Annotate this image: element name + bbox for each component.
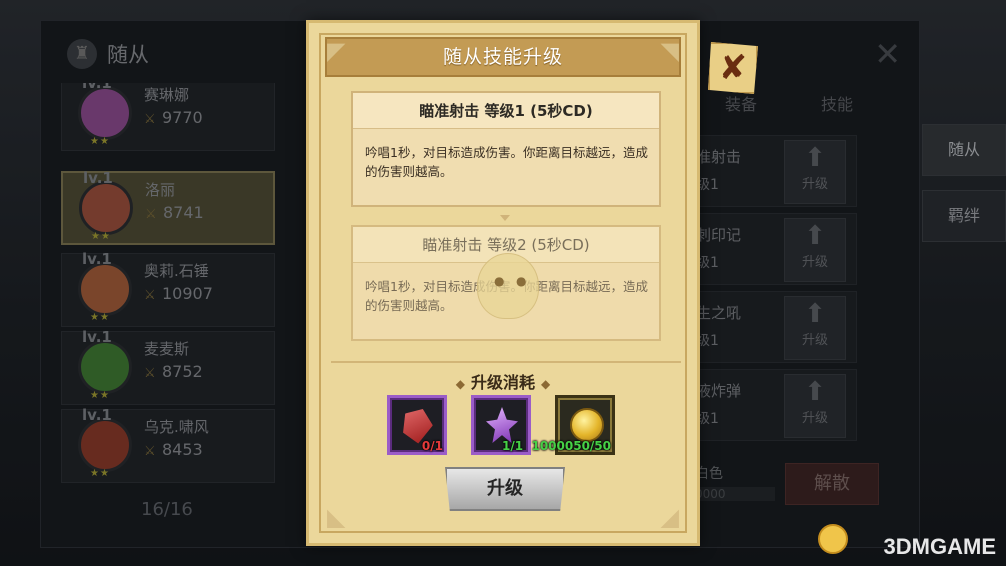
corner-ornament-icon: ◤ bbox=[327, 37, 346, 65]
upgrade-button[interactable]: 升级 bbox=[445, 467, 565, 511]
cost-count: 1000050/50 bbox=[531, 439, 611, 453]
dialog-title: 随从技能升级 bbox=[442, 46, 563, 68]
cost-item-red-gem[interactable]: 0/1 bbox=[387, 395, 447, 455]
divider bbox=[331, 361, 681, 363]
arrow-down-icon bbox=[500, 215, 510, 221]
corner-ornament-icon: ◣ bbox=[327, 503, 346, 531]
cost-title: ◆ 升级消耗 ◆ bbox=[309, 369, 697, 393]
diamond-icon: ◆ bbox=[541, 377, 551, 391]
cost-item-gold-coin[interactable]: 1000050/50 bbox=[531, 395, 615, 455]
skill-upgrade-dialog: 随从技能升级 ◤ ◥ ◣ ◢ 瞄准射击 等级1 (5秒CD) 吟唱1秒，对目标造… bbox=[306, 20, 700, 546]
current-skill-description: 吟唱1秒，对目标造成伤害。你距离目标越远，造成的伤害则越高。 bbox=[365, 145, 648, 179]
current-skill-header: 瞄准射击 等级1 (5秒CD) bbox=[353, 93, 659, 129]
dialog-close-button[interactable]: ✘ bbox=[708, 42, 758, 94]
purple-crystal-icon bbox=[486, 407, 518, 443]
site-logo-icon bbox=[818, 524, 848, 554]
corner-ornament-icon: ◢ bbox=[660, 503, 679, 531]
gold-coin-icon bbox=[570, 408, 604, 442]
watermark: 3DMGAME bbox=[883, 534, 996, 559]
mascot-watermark-icon: ● ● bbox=[477, 253, 539, 319]
corner-ornament-icon: ◥ bbox=[660, 37, 679, 65]
cost-count: 0/1 bbox=[421, 439, 443, 453]
cost-item-purple-crystal[interactable]: 1/1 bbox=[471, 395, 531, 455]
cost-count: 1/1 bbox=[502, 439, 524, 453]
diamond-icon: ◆ bbox=[455, 377, 465, 391]
dialog-title-band: 随从技能升级 bbox=[325, 37, 681, 77]
current-skill-box: 瞄准射击 等级1 (5秒CD) 吟唱1秒，对目标造成伤害。你距离目标越远，造成的… bbox=[351, 91, 661, 207]
cost-title-text: 升级消耗 bbox=[470, 373, 535, 392]
